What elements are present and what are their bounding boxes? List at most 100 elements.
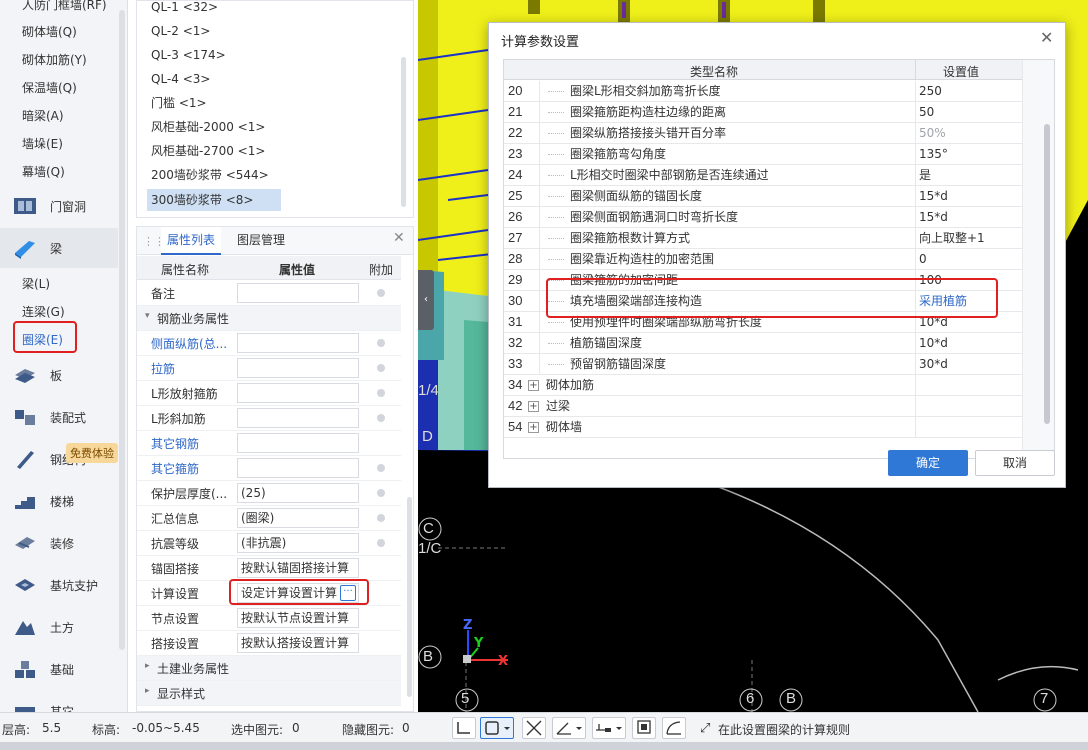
expand-icon[interactable]: +: [528, 380, 539, 391]
property-value-field[interactable]: [237, 333, 359, 353]
property-row[interactable]: 备注: [137, 281, 401, 306]
property-value-field[interactable]: [237, 358, 359, 378]
property-row[interactable]: 搭接设置 按默认搭接设置计算: [137, 631, 401, 656]
collapse-panel-button[interactable]: ‹: [418, 270, 434, 330]
property-row[interactable]: 其它钢筋: [137, 431, 401, 456]
setting-value[interactable]: 30*d: [915, 354, 1022, 374]
property-value-field[interactable]: 按默认节点设置计算: [237, 608, 359, 628]
attach-indicator[interactable]: [377, 514, 385, 522]
property-value-field[interactable]: (25): [237, 483, 359, 503]
property-value-field[interactable]: (圈梁): [237, 508, 359, 528]
setting-value[interactable]: 50: [915, 102, 1022, 122]
category-decoration[interactable]: 装修: [0, 523, 118, 563]
attach-indicator[interactable]: [377, 464, 385, 472]
setting-value[interactable]: 50%: [915, 123, 1022, 143]
list-item-selected[interactable]: 300墙砂浆带 <8>: [151, 189, 253, 211]
nav-item-wall-pier[interactable]: 墙垛(E): [22, 133, 63, 155]
table-row[interactable]: 26 圈梁侧面钢筋遇洞口时弯折长度 15*d: [504, 207, 1022, 228]
property-value-field[interactable]: [237, 433, 359, 453]
attach-indicator[interactable]: [377, 339, 385, 347]
category-beam[interactable]: 梁: [0, 228, 118, 268]
setting-value[interactable]: 15*d: [915, 207, 1022, 227]
nav-item-civil-defense[interactable]: 人防门框墙(RF): [22, 0, 107, 16]
ok-button[interactable]: 确定: [888, 450, 968, 476]
table-row[interactable]: 27 圈梁箍筋根数计算方式 向上取整+1: [504, 228, 1022, 249]
property-value-field[interactable]: [237, 408, 359, 428]
nav-item-masonry-reinforcement[interactable]: 砌体加筋(Y): [22, 49, 87, 71]
property-group-header[interactable]: ▾ 钢筋业务属性: [137, 306, 401, 331]
setting-value[interactable]: 向上取整+1: [915, 228, 1022, 248]
category-excavation[interactable]: 基坑支护: [0, 565, 118, 605]
list-item[interactable]: QL-3 <174>: [151, 44, 226, 66]
expand-icon[interactable]: +: [528, 401, 539, 412]
category-slab[interactable]: 板: [0, 355, 118, 395]
property-row[interactable]: L形斜加筋: [137, 406, 401, 431]
snap-point-button[interactable]: [592, 717, 626, 739]
table-row[interactable]: 28 圈梁靠近构造柱的加密范围 0: [504, 249, 1022, 270]
property-value-field[interactable]: [237, 383, 359, 403]
property-row[interactable]: 侧面纵筋(总...: [137, 331, 401, 356]
property-value-field[interactable]: 按默认锚固搭接计算: [237, 558, 359, 578]
property-value-field[interactable]: [237, 458, 359, 478]
list-scrollbar[interactable]: [401, 57, 406, 207]
attach-indicator[interactable]: [377, 489, 385, 497]
attach-indicator[interactable]: [377, 364, 385, 372]
property-value-field[interactable]: [237, 283, 359, 303]
table-row[interactable]: 23 圈梁箍筋弯勾角度 135°: [504, 144, 1022, 165]
list-item[interactable]: QL-1 <32>: [151, 0, 218, 18]
table-scrollbar[interactable]: [1044, 124, 1050, 424]
list-item[interactable]: 风柜基础-2000 <1>: [151, 116, 265, 138]
table-row[interactable]: 33 预留钢筋锚固深度 30*d: [504, 354, 1022, 375]
close-icon[interactable]: ✕: [393, 230, 405, 246]
table-row[interactable]: 25 圈梁侧面纵筋的锚固长度 15*d: [504, 186, 1022, 207]
list-item[interactable]: QL-4 <3>: [151, 68, 210, 90]
snap-cross-button[interactable]: [522, 717, 546, 739]
setting-value[interactable]: 10*d: [915, 333, 1022, 353]
dialog-close-icon[interactable]: ✕: [1040, 28, 1053, 47]
table-row[interactable]: 21 圈梁箍筋距构造柱边缘的距离 50: [504, 102, 1022, 123]
nav-item-masonry-wall[interactable]: 砌体墙(Q): [22, 21, 77, 43]
tab-properties[interactable]: 属性列表: [161, 227, 221, 255]
setting-value[interactable]: 0: [915, 249, 1022, 269]
nav-item-curtain-wall[interactable]: 幕墙(Q): [22, 161, 65, 183]
snap-display-button[interactable]: [632, 717, 656, 739]
attach-indicator[interactable]: [377, 389, 385, 397]
snap-rect-button[interactable]: [480, 717, 514, 739]
props-scrollbar[interactable]: [407, 497, 412, 697]
attach-indicator[interactable]: [377, 539, 385, 547]
nav-item-link-beam[interactable]: 连梁(G): [22, 301, 65, 323]
chevron-right-icon[interactable]: ▸: [145, 686, 150, 696]
left-nav-scrollbar[interactable]: [119, 10, 125, 650]
property-row[interactable]: 锚固搭接 按默认锚固搭接计算: [137, 556, 401, 581]
list-item[interactable]: 200墙砂浆带 <544>: [151, 164, 269, 186]
property-row[interactable]: 汇总信息 (圈梁): [137, 506, 401, 531]
attach-indicator[interactable]: [377, 289, 385, 297]
table-group-row[interactable]: 42 + 过梁: [504, 396, 1022, 417]
table-row[interactable]: 22 圈梁纵筋搭接接头错开百分率 50%: [504, 123, 1022, 144]
category-earthwork[interactable]: 土方: [0, 607, 118, 647]
table-row[interactable]: 20 圈梁L形相交斜加筋弯折长度 250: [504, 81, 1022, 102]
snap-arc-button[interactable]: [662, 717, 686, 739]
nav-item-insulation-wall[interactable]: 保温墙(Q): [22, 77, 77, 99]
property-row[interactable]: 抗震等级 (非抗震): [137, 531, 401, 556]
nav-item-hidden-beam[interactable]: 暗梁(A): [22, 105, 64, 127]
chevron-right-icon[interactable]: ▸: [145, 661, 150, 671]
category-prefab[interactable]: 装配式: [0, 397, 118, 437]
property-group-header[interactable]: ▸ 土建业务属性: [137, 656, 401, 681]
table-row[interactable]: 24 L形相交时圈梁中部钢筋是否连续通过 是: [504, 165, 1022, 186]
setting-value[interactable]: 15*d: [915, 186, 1022, 206]
category-stairs[interactable]: 楼梯: [0, 481, 118, 521]
snap-ortho-button[interactable]: [452, 717, 476, 739]
table-group-row[interactable]: 54 + 砌体墙: [504, 417, 1022, 438]
property-row[interactable]: 其它箍筋: [137, 456, 401, 481]
property-value-field[interactable]: (非抗震): [237, 533, 359, 553]
setting-value[interactable]: 135°: [915, 144, 1022, 164]
property-row[interactable]: 拉筋: [137, 356, 401, 381]
expand-icon[interactable]: +: [528, 422, 539, 433]
tab-layers[interactable]: 图层管理: [237, 227, 285, 255]
cancel-button[interactable]: 取消: [975, 450, 1055, 476]
category-foundation[interactable]: 基础: [0, 649, 118, 689]
list-item[interactable]: QL-2 <1>: [151, 20, 210, 42]
list-item[interactable]: 风柜基础-2700 <1>: [151, 140, 265, 162]
list-item[interactable]: 门槛 <1>: [151, 92, 207, 114]
